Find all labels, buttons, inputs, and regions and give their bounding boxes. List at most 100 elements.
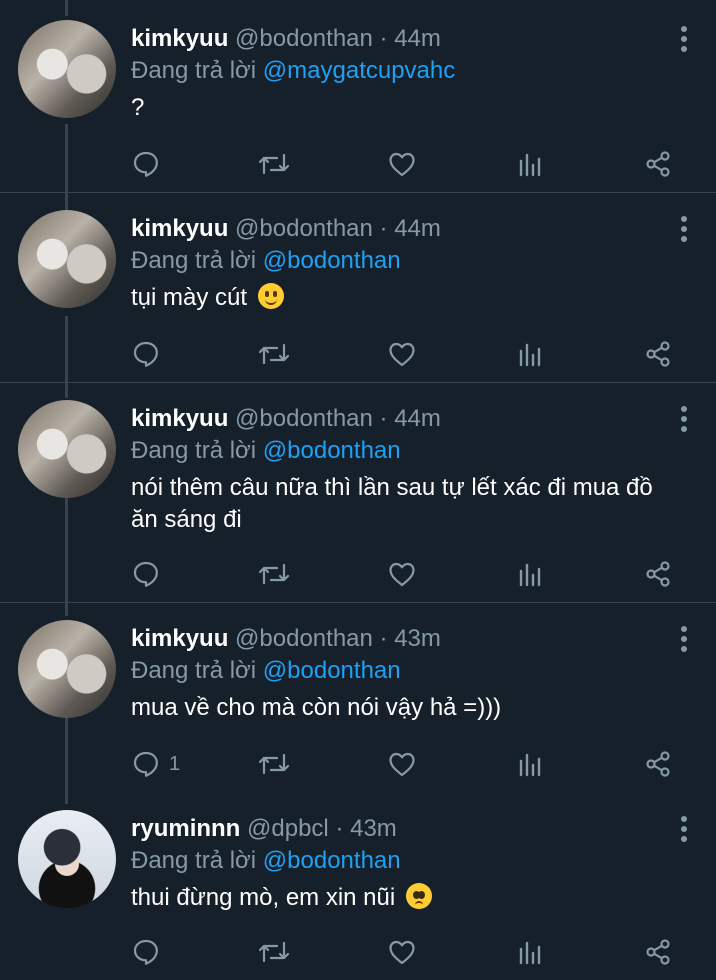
tweet-header: kimkyuu @bodonthan · 44m (131, 404, 441, 434)
replying-to: Đang trả lời @bodonthan (131, 436, 401, 466)
like-icon (389, 152, 415, 177)
action-bar (0, 144, 716, 184)
tweet[interactable]: kimkyuu @bodonthan · 44m Đang trả lời @m… (0, 0, 716, 192)
like-button[interactable] (387, 144, 417, 184)
mention-link[interactable]: @bodonthan (263, 437, 401, 464)
analytics-icon (519, 563, 541, 587)
avatar[interactable] (18, 20, 116, 118)
like-icon (389, 562, 415, 587)
tweet-text: tụi mày cút (131, 282, 691, 314)
like-button[interactable] (387, 744, 417, 784)
analytics-button[interactable] (517, 144, 543, 184)
mention-link[interactable]: @bodonthan (263, 247, 401, 274)
reply-icon (133, 341, 158, 367)
reply-button[interactable] (131, 554, 169, 594)
retweet-button[interactable] (256, 554, 292, 594)
avatar[interactable] (18, 620, 116, 718)
reply-icon (133, 939, 158, 965)
replying-to: Đang trả lời @maygatcupvahc (131, 56, 455, 86)
analytics-icon (519, 153, 541, 177)
share-icon (646, 561, 670, 587)
reply-count: 1 (169, 752, 181, 775)
share-icon (646, 751, 670, 777)
more-options-icon[interactable] (680, 26, 688, 52)
tweet[interactable]: kimkyuu @bodonthan · 44m Đang trả lời @b… (0, 190, 716, 382)
user-handle[interactable]: @bodonthan (235, 215, 373, 242)
reply-icon (133, 151, 158, 177)
user-handle[interactable]: @bodonthan (235, 625, 373, 652)
tweet-text-content: tụi mày cút (131, 284, 248, 311)
avatar[interactable] (18, 810, 116, 908)
replying-to-label: Đang trả lời (131, 657, 263, 684)
display-name[interactable]: kimkyuu (131, 625, 228, 652)
analytics-button[interactable] (517, 334, 543, 374)
user-handle[interactable]: @dpbcl (247, 815, 329, 842)
mention-link[interactable]: @bodonthan (263, 657, 401, 684)
reply-button[interactable]: 1 (131, 744, 180, 784)
avatar[interactable] (18, 210, 116, 308)
analytics-button[interactable] (517, 932, 543, 972)
timestamp[interactable]: 44m (394, 215, 441, 242)
reply-icon (133, 561, 158, 587)
tweet-text-content: ? (131, 94, 145, 121)
tweet[interactable]: kimkyuu @bodonthan · 44m Đang trả lời @b… (0, 380, 716, 602)
replying-to: Đang trả lời @bodonthan (131, 246, 401, 276)
replying-to-label: Đang trả lời (131, 437, 263, 464)
analytics-button[interactable] (517, 554, 543, 594)
retweet-icon (258, 941, 290, 963)
timestamp[interactable]: 43m (350, 815, 397, 842)
share-button[interactable] (643, 334, 673, 374)
retweet-icon (258, 153, 290, 175)
more-options-icon[interactable] (680, 816, 688, 842)
share-button[interactable] (643, 144, 673, 184)
display-name[interactable]: kimkyuu (131, 25, 228, 52)
avatar[interactable] (18, 400, 116, 498)
mention-link[interactable]: @maygatcupvahc (263, 57, 455, 84)
replying-to-label: Đang trả lời (131, 847, 263, 874)
share-button[interactable] (643, 744, 673, 784)
like-button[interactable] (387, 334, 417, 374)
tweet[interactable]: kimkyuu @bodonthan · 43m Đang trả lời @b… (0, 600, 716, 792)
tweet-text: ? (131, 92, 691, 124)
reply-button[interactable] (131, 932, 169, 972)
tweet-text-content: nói thêm câu nữa thì lần sau tự lết xác … (131, 474, 653, 533)
reply-button[interactable] (131, 144, 169, 184)
analytics-button[interactable] (517, 744, 543, 784)
share-button[interactable] (643, 554, 673, 594)
separator: · (379, 625, 388, 652)
action-bar: 1 (0, 744, 716, 784)
retweet-icon (258, 563, 290, 585)
separator: · (379, 25, 388, 52)
display-name[interactable]: ryuminnn (131, 815, 240, 842)
separator: · (379, 405, 388, 432)
like-button[interactable] (387, 932, 417, 972)
user-handle[interactable]: @bodonthan (235, 25, 373, 52)
like-icon (389, 940, 415, 965)
retweet-button[interactable] (256, 144, 292, 184)
more-options-icon[interactable] (680, 216, 688, 242)
tweet[interactable]: ryuminnn @dpbcl · 43m Đang trả lời @bodo… (0, 790, 716, 980)
reply-button[interactable] (131, 334, 169, 374)
retweet-button[interactable] (256, 744, 292, 784)
analytics-icon (519, 343, 541, 367)
timestamp[interactable]: 44m (394, 25, 441, 52)
retweet-button[interactable] (256, 334, 292, 374)
tweet-header: kimkyuu @bodonthan · 43m (131, 624, 441, 654)
share-icon (646, 151, 670, 177)
separator: · (379, 215, 388, 242)
timestamp[interactable]: 43m (394, 625, 441, 652)
share-button[interactable] (643, 932, 673, 972)
display-name[interactable]: kimkyuu (131, 215, 228, 242)
more-options-icon[interactable] (680, 626, 688, 652)
user-handle[interactable]: @bodonthan (235, 405, 373, 432)
mention-link[interactable]: @bodonthan (263, 847, 401, 874)
like-button[interactable] (387, 554, 417, 594)
replying-to-label: Đang trả lời (131, 57, 263, 84)
replying-to: Đang trả lời @bodonthan (131, 656, 401, 686)
retweet-button[interactable] (256, 932, 292, 972)
more-options-icon[interactable] (680, 406, 688, 432)
timestamp[interactable]: 44m (394, 405, 441, 432)
display-name[interactable]: kimkyuu (131, 405, 228, 432)
action-bar (0, 554, 716, 594)
tweet-text-content: mua về cho mà còn nói vậy hả =))) (131, 694, 502, 721)
